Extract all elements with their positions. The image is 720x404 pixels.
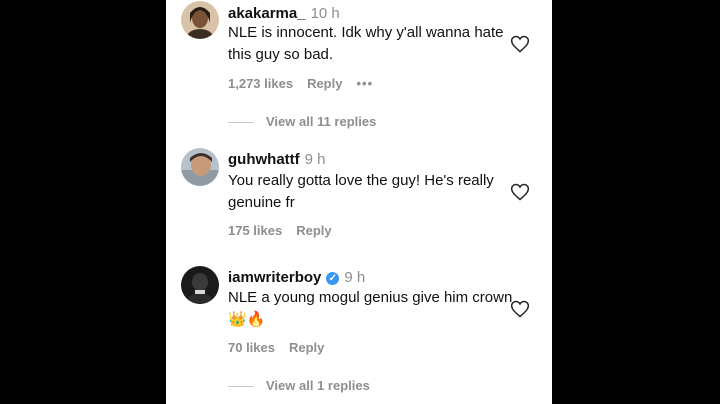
view-replies-label: View all 11 replies — [266, 114, 377, 129]
comment-meta: 70 likes Reply — [228, 340, 338, 355]
replies-divider — [228, 122, 254, 124]
comment-meta: 1,273 likes Reply ••• — [228, 76, 387, 91]
comment-time: 10 h — [310, 5, 340, 22]
view-replies-button[interactable]: View all 1 replies — [228, 378, 370, 393]
likes-count[interactable]: 70 likes — [228, 340, 275, 355]
heart-outline-icon[interactable] — [510, 299, 530, 319]
view-replies-label: View all 1 replies — [266, 378, 370, 393]
comment-time: 9 h — [304, 151, 326, 168]
replies-divider — [228, 386, 254, 388]
comment-text: NLE is innocent. Idk why y'all wanna hat… — [228, 24, 504, 63]
comment-meta: 175 likes Reply — [228, 223, 346, 238]
comment-text: NLE a young mogul genius give him crown … — [228, 289, 513, 328]
view-replies-button[interactable]: View all 11 replies — [228, 114, 376, 129]
comment-akakarma: akakarma_ 10 h NLE is innocent. Idk why y… — [166, 0, 552, 140]
comment-iamwriterboy: iamwriterboy ✓ 9 h NLE a young mogul geniu… — [166, 266, 552, 404]
username[interactable]: iamwriterboy — [228, 269, 321, 286]
comment-header: guhwhattf 9 h — [228, 151, 326, 168]
heart-outline-icon[interactable] — [510, 182, 530, 202]
comment-header: akakarma_ 10 h — [228, 5, 340, 22]
comment-time: 9 h — [344, 269, 366, 286]
verified-badge-icon: ✓ — [326, 272, 340, 285]
comments-panel: akakarma_ 10 h NLE is innocent. Idk why y… — [166, 0, 552, 404]
heart-outline-icon[interactable] — [510, 34, 530, 54]
comment-header: iamwriterboy ✓ 9 h — [228, 269, 365, 286]
likes-count[interactable]: 1,273 likes — [228, 76, 293, 91]
avatar[interactable] — [181, 148, 219, 186]
username[interactable]: guhwhattf — [228, 151, 300, 168]
comment-guhwhattf: guhwhattf 9 h You really gotta love the g… — [166, 148, 552, 248]
more-options-icon[interactable]: ••• — [356, 76, 373, 91]
avatar[interactable] — [181, 1, 219, 39]
avatar[interactable] — [181, 266, 219, 304]
comment-text: You really gotta love the guy! He's real… — [228, 172, 494, 211]
reply-button[interactable]: Reply — [296, 223, 331, 238]
reply-button[interactable]: Reply — [289, 340, 324, 355]
username[interactable]: akakarma_ — [228, 5, 306, 22]
likes-count[interactable]: 175 likes — [228, 223, 282, 238]
reply-button[interactable]: Reply — [307, 76, 342, 91]
